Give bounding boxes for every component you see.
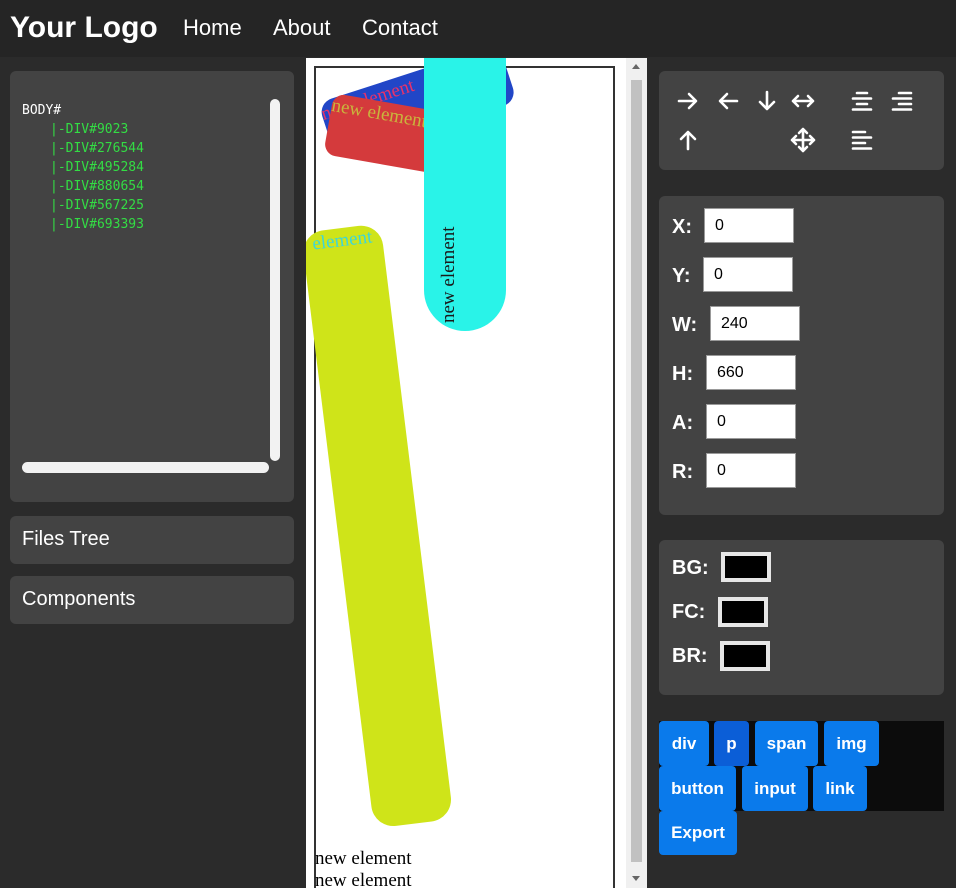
a-label: A: [672, 412, 694, 434]
tree-horizontal-scrollbar[interactable] [22, 462, 269, 473]
arrow-left-icon[interactable] [713, 86, 743, 116]
dom-tree: BODY# |-DIV#9023 |-DIV#276544 |-DIV#495284 |… [22, 101, 144, 234]
dom-tree-panel: BODY# |-DIV#9023 |-DIV#276544 |-DIV#495284 |… [10, 71, 294, 502]
arrow-up-icon[interactable] [673, 125, 703, 155]
fc-color-swatch[interactable] [718, 597, 768, 627]
canvas-element-text-1[interactable]: new element [315, 848, 412, 870]
align-center-icon[interactable] [847, 86, 877, 116]
tools-panel [659, 71, 944, 170]
tree-item[interactable]: |-DIV#495284 [22, 158, 144, 177]
tree-vertical-scrollbar[interactable] [270, 99, 280, 461]
arrow-down-icon[interactable] [752, 86, 782, 116]
components-section[interactable]: Components [10, 576, 294, 624]
fc-label: FC: [672, 601, 706, 623]
x-label: X: [672, 216, 692, 238]
align-left-icon[interactable] [847, 125, 877, 155]
tree-item[interactable]: |-DIV#880654 [22, 177, 144, 196]
canvas-element-cyan[interactable]: new element [424, 58, 506, 331]
arrows-horizontal-icon[interactable] [788, 86, 818, 116]
tree-root[interactable]: BODY# [22, 101, 144, 120]
y-input[interactable] [703, 257, 793, 292]
canvas-element-text-2[interactable]: new element [315, 870, 412, 888]
files-tree-label: Files Tree [22, 528, 110, 550]
colors-panel: BG: FC: BR: [659, 540, 944, 695]
span-button[interactable]: span [755, 721, 818, 766]
canvas-element-text: new element [438, 226, 459, 323]
h-label: H: [672, 363, 694, 385]
bg-label: BG: [672, 557, 709, 579]
design-canvas[interactable]: new element new element new element elem… [306, 58, 647, 888]
tree-item[interactable]: |-DIV#567225 [22, 196, 144, 215]
w-label: W: [672, 314, 698, 336]
tree-item[interactable]: |-DIV#276544 [22, 139, 144, 158]
a-input[interactable] [706, 404, 796, 439]
w-input[interactable] [710, 306, 800, 341]
h-input[interactable] [706, 355, 796, 390]
canvas-scroll-thumb[interactable] [631, 80, 642, 862]
input-button[interactable]: input [742, 766, 808, 811]
br-color-swatch[interactable] [720, 641, 770, 671]
link-button[interactable]: link [813, 766, 867, 811]
files-tree-section[interactable]: Files Tree [10, 516, 294, 564]
move-icon[interactable] [788, 125, 818, 155]
bg-color-swatch[interactable] [721, 552, 771, 582]
div-button[interactable]: div [659, 721, 709, 766]
element-buttons-panel: div p span img button input link Export [659, 721, 944, 855]
export-button[interactable]: Export [659, 811, 737, 855]
r-label: R: [672, 461, 694, 483]
nav-link-about[interactable]: About [273, 15, 331, 41]
r-input[interactable] [706, 453, 796, 488]
nav-link-contact[interactable]: Contact [362, 15, 438, 41]
nav-link-home[interactable]: Home [183, 15, 242, 41]
p-button[interactable]: p [714, 721, 749, 766]
scroll-up-icon[interactable] [632, 64, 640, 69]
align-right-icon[interactable] [887, 86, 917, 116]
x-input[interactable] [704, 208, 794, 243]
top-navbar: Your Logo Home About Contact [0, 0, 956, 57]
scroll-down-icon[interactable] [632, 876, 640, 881]
tree-item[interactable]: |-DIV#693393 [22, 215, 144, 234]
img-button[interactable]: img [824, 721, 879, 766]
components-label: Components [22, 588, 136, 610]
properties-panel: X: Y: W: H: A: R: [659, 196, 944, 515]
logo[interactable]: Your Logo [10, 11, 158, 45]
button-button[interactable]: button [659, 766, 736, 811]
br-label: BR: [672, 645, 708, 667]
arrow-right-icon[interactable] [673, 86, 703, 116]
tree-item[interactable]: |-DIV#9023 [22, 120, 144, 139]
canvas-scrollbar[interactable] [626, 58, 647, 888]
canvas-element-text: element [311, 226, 374, 255]
y-label: Y: [672, 265, 691, 287]
